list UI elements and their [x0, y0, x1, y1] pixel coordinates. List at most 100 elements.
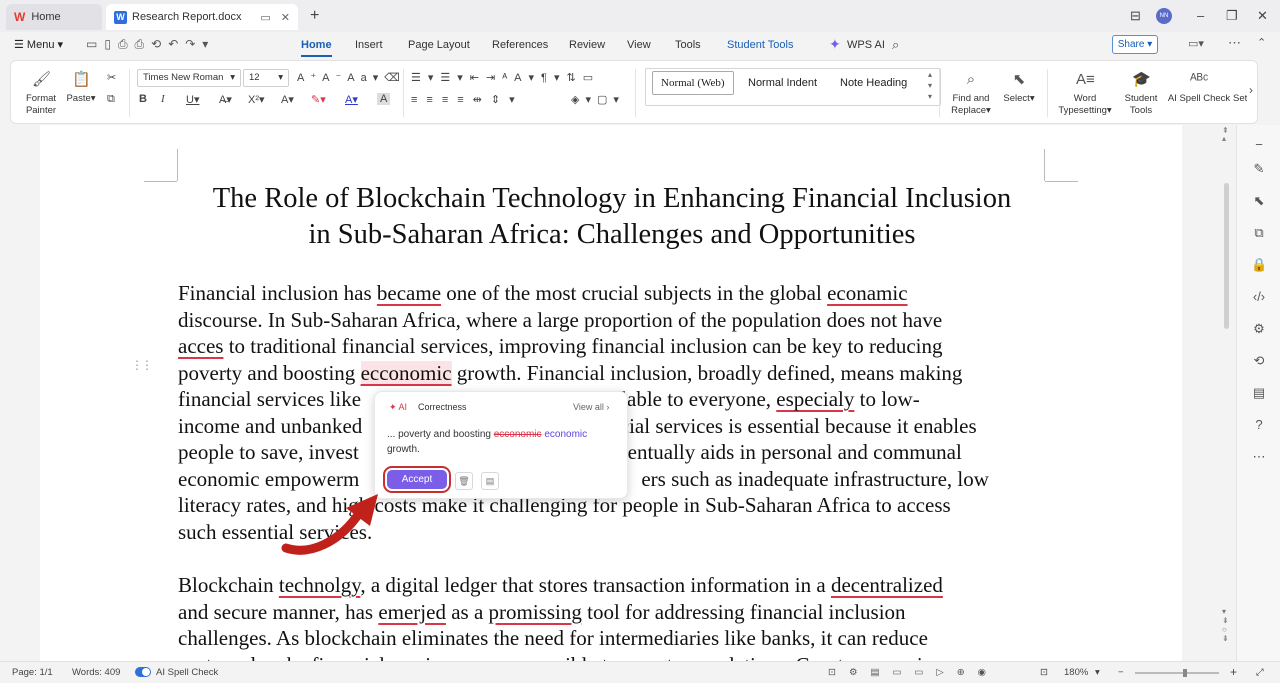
spelling-error[interactable]: technolgy: [279, 573, 360, 597]
copy-icon[interactable]: ⧉: [107, 93, 115, 106]
zoom-out-icon[interactable]: −: [1118, 667, 1124, 678]
style-normal-web[interactable]: Normal (Web): [652, 71, 734, 95]
select-button[interactable]: ⬉ Select▾: [999, 71, 1039, 105]
menu-button[interactable]: ☰ Menu ▾: [14, 38, 63, 51]
settings-sliders-icon[interactable]: ⚙: [1251, 321, 1267, 337]
spelling-error[interactable]: became: [377, 281, 441, 305]
underline-icon[interactable]: U▾: [186, 93, 199, 106]
restore-icon[interactable]: ❐: [1226, 8, 1238, 24]
highlight-icon[interactable]: ✎▾: [311, 93, 326, 106]
alignment-icons[interactable]: ≡≡≡≡⇹⇕▾: [411, 93, 524, 106]
char-shading-icon[interactable]: A: [377, 93, 391, 105]
pen-icon[interactable]: ✎: [1251, 161, 1267, 177]
style-normal-indent[interactable]: Normal Indent: [748, 77, 817, 89]
spell-check-toggle[interactable]: [135, 667, 151, 677]
layout-icon[interactable]: ⊟: [1130, 8, 1141, 24]
spelling-error[interactable]: emerjed: [378, 600, 446, 624]
layers-icon[interactable]: ▤: [1251, 385, 1267, 401]
strikethrough-icon[interactable]: A̶▾: [219, 93, 232, 106]
more-options-icon[interactable]: ⋯: [1251, 449, 1267, 465]
zoom-in-icon[interactable]: +: [1230, 665, 1237, 679]
list-and-indent-icons[interactable]: ☰▾☰▾⇤⇥ᴬA▾¶▾⇅▭: [411, 71, 600, 84]
paste-button[interactable]: 📋 Paste▾: [63, 71, 99, 105]
history-icon[interactable]: ⟲: [1251, 353, 1267, 369]
document-title[interactable]: The Role of Blockchain Technology in Enh…: [177, 181, 1047, 253]
tab-document[interactable]: W Research Report.docx ▭ ✕: [106, 4, 298, 30]
fit-page-icon[interactable]: ⊡: [1040, 667, 1048, 678]
avatar[interactable]: NN: [1156, 8, 1172, 24]
style-note-heading[interactable]: Note Heading: [840, 77, 907, 89]
tab-view[interactable]: View: [627, 39, 651, 51]
spelling-error[interactable]: acces: [178, 334, 223, 358]
scroll-down-icon[interactable]: ▾ ⇟ ○ ⇟: [1222, 607, 1229, 643]
tab-window-icon[interactable]: ▭: [260, 11, 270, 24]
tab-home[interactable]: W Home: [6, 4, 102, 30]
tab-tools[interactable]: Tools: [675, 39, 701, 51]
font-color-icon[interactable]: A▾: [345, 93, 358, 106]
spelling-error[interactable]: econamic: [827, 281, 907, 305]
font-family-select[interactable]: Times New Roman ▾: [137, 69, 241, 87]
quick-access-icons[interactable]: ▭▯⎙⎙⟲↶↷▾: [86, 37, 215, 52]
superscript-icon[interactable]: X²▾: [248, 93, 265, 106]
scroll-thumb[interactable]: [1224, 183, 1229, 329]
minus-icon[interactable]: −: [1251, 137, 1267, 153]
vertical-scrollbar[interactable]: ⇞ ▴ ▾ ⇟ ○ ⇟: [1217, 125, 1235, 661]
wps-ai-button[interactable]: WPS AI: [847, 39, 885, 51]
paragraph-2[interactable]: Blockchain technolgy, a digital ledger t…: [178, 572, 1068, 661]
bold-icon[interactable]: B: [139, 93, 147, 105]
search-icon[interactable]: ⌕: [892, 37, 899, 53]
spelling-error[interactable]: promissing: [489, 600, 582, 624]
accept-button[interactable]: Accept: [387, 470, 447, 489]
view-all-link[interactable]: View all ›: [573, 402, 609, 412]
tab-home-ribbon[interactable]: Home: [301, 39, 332, 57]
zoom-dropdown-icon[interactable]: ▾: [1095, 667, 1100, 678]
title-tab-bar: W Home W Research Report.docx ▭ ✕ + ⊟ NN…: [0, 0, 1280, 32]
page-count[interactable]: Page: 1/1: [12, 667, 53, 678]
italic-icon[interactable]: I: [161, 93, 165, 105]
font-size-controls[interactable]: A⁺A⁻Aa▾⌫: [297, 71, 406, 84]
ignore-icon[interactable]: 🗑: [455, 472, 473, 490]
drag-handle-icon[interactable]: ⋮⋮: [131, 359, 153, 371]
zoom-slider-knob[interactable]: [1183, 669, 1187, 677]
font-size-select[interactable]: 12 ▾: [243, 69, 289, 87]
ribbon-cutoff-item[interactable]: Set: [1233, 93, 1247, 105]
fullscreen-icon[interactable]: ⤢: [1256, 667, 1264, 678]
collapse-ribbon-icon[interactable]: ⌃: [1257, 36, 1266, 49]
zoom-slider[interactable]: [1135, 672, 1219, 674]
tab-page-layout[interactable]: Page Layout: [408, 39, 470, 51]
text-effect-icon[interactable]: A▾: [281, 93, 294, 106]
find-replace-button[interactable]: ⌕ Find and Replace▾: [947, 71, 995, 117]
spelling-error[interactable]: especialy: [776, 387, 854, 411]
word-typesetting-button[interactable]: A≡ Word Typesetting▾: [1057, 71, 1113, 117]
ribbon-next-icon[interactable]: ›: [1249, 83, 1253, 97]
shading-border-icons[interactable]: ◈▾▢▾: [571, 93, 625, 106]
zoom-level[interactable]: 180%: [1064, 667, 1088, 678]
close-tab-icon[interactable]: ✕: [281, 11, 290, 24]
minimize-icon[interactable]: –: [1197, 8, 1204, 23]
selected-spelling-error[interactable]: ecconomic: [360, 360, 452, 385]
cut-icon[interactable]: ✂: [107, 71, 116, 84]
tab-insert[interactable]: Insert: [355, 39, 383, 51]
style-scroll-icon[interactable]: ▴ ▾ ▾: [928, 69, 932, 102]
scroll-up-icon[interactable]: ⇞ ▴: [1222, 127, 1229, 143]
spelling-error[interactable]: decentralized: [831, 573, 943, 597]
word-count[interactable]: Words: 409: [72, 667, 120, 678]
add-dictionary-icon[interactable]: ▤: [481, 472, 499, 490]
share-button[interactable]: Share ▾: [1112, 35, 1158, 54]
more-icon[interactable]: ⋯: [1228, 35, 1241, 51]
view-mode-icons[interactable]: ⊡⚙▤▭▭▷⊕◉: [828, 667, 999, 678]
lock-icon[interactable]: 🔒: [1251, 257, 1267, 273]
new-tab-button[interactable]: +: [310, 7, 319, 25]
close-window-icon[interactable]: ✕: [1257, 8, 1268, 24]
ai-spell-check-button[interactable]: ᴬᴮᶜ AI Spell Check: [1167, 71, 1231, 105]
tab-review[interactable]: Review: [569, 39, 605, 51]
code-icon[interactable]: ‹/›: [1251, 289, 1267, 305]
copy-doc-icon[interactable]: ⧉: [1251, 225, 1267, 241]
tab-student-tools[interactable]: Student Tools: [727, 39, 793, 51]
student-tools-button[interactable]: 🎓 Student Tools: [1121, 71, 1161, 117]
tab-references[interactable]: References: [492, 39, 548, 51]
comment-icon[interactable]: ▭▾: [1188, 37, 1204, 50]
cursor-icon[interactable]: ⬉: [1251, 193, 1267, 209]
format-painter-button[interactable]: 🖌 Format Painter: [21, 71, 61, 117]
help-icon[interactable]: ?: [1251, 417, 1267, 433]
